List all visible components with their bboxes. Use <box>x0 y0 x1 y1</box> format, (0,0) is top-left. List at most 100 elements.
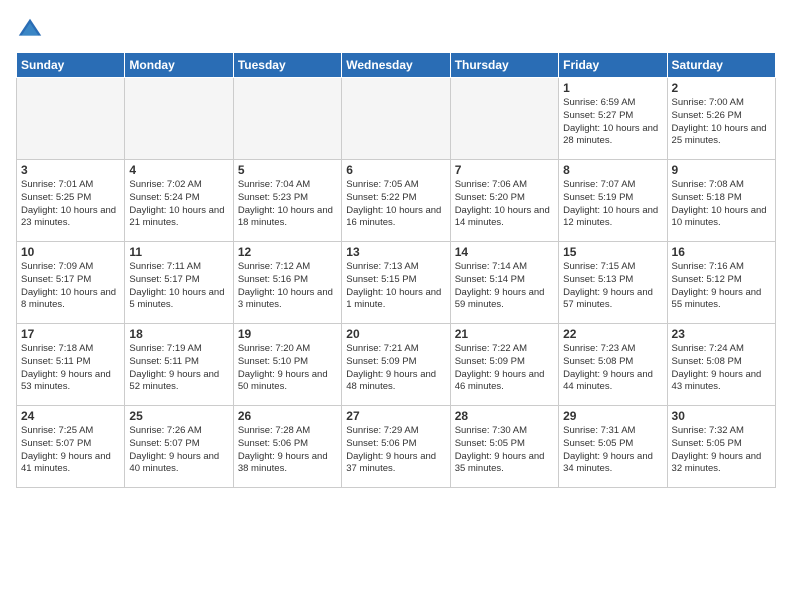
calendar-cell: 28Sunrise: 7:30 AM Sunset: 5:05 PM Dayli… <box>450 406 558 488</box>
calendar-cell: 17 Sunrise: 7:18 AM Sunset: 5:11 PM Dayli… <box>17 324 125 406</box>
calendar-cell: 20 Sunrise: 7:21 AM Sunset: 5:09 PM Dayli… <box>342 324 450 406</box>
day-info: Sunrise: 7:30 AM Sunset: 5:05 PM Dayligh… <box>455 425 554 476</box>
calendar-cell: 7 Sunrise: 7:06 AM Sunset: 5:20 PM Daylig… <box>450 160 558 242</box>
calendar-cell: 5 Sunrise: 7:04 AM Sunset: 5:23 PM Daylig… <box>233 160 341 242</box>
day-info: Sunrise: 7:04 AM Sunset: 5:23 PM Dayligh… <box>238 179 337 230</box>
day-number: 5 <box>238 163 337 177</box>
calendar-cell: 26Sunrise: 7:28 AM Sunset: 5:06 PM Dayli… <box>233 406 341 488</box>
day-number: 10 <box>21 245 120 259</box>
calendar-cell: 1 Sunrise: 6:59 AM Sunset: 5:27 PM Daylig… <box>559 78 667 160</box>
day-info: Sunrise: 7:09 AM Sunset: 5:17 PM Dayligh… <box>21 261 120 312</box>
day-info: Sunrise: 7:13 AM Sunset: 5:15 PM Dayligh… <box>346 261 445 312</box>
calendar-cell <box>450 78 558 160</box>
day-info: Sunrise: 7:25 AM Sunset: 5:07 PM Dayligh… <box>21 425 120 476</box>
day-number: 7 <box>455 163 554 177</box>
day-info: Sunrise: 7:12 AM Sunset: 5:16 PM Dayligh… <box>238 261 337 312</box>
day-number: 15 <box>563 245 662 259</box>
day-info: Sunrise: 7:02 AM Sunset: 5:24 PM Dayligh… <box>129 179 228 230</box>
calendar-cell <box>342 78 450 160</box>
calendar-cell: 23Sunrise: 7:24 AM Sunset: 5:08 PM Dayli… <box>667 324 775 406</box>
calendar-header-row: SundayMondayTuesdayWednesdayThursdayFrid… <box>17 53 776 78</box>
day-info: Sunrise: 7:21 AM Sunset: 5:09 PM Dayligh… <box>346 343 445 394</box>
page: SundayMondayTuesdayWednesdayThursdayFrid… <box>0 0 792 612</box>
day-number: 21 <box>455 327 554 341</box>
calendar-week-row: 1 Sunrise: 6:59 AM Sunset: 5:27 PM Daylig… <box>17 78 776 160</box>
day-number: 20 <box>346 327 445 341</box>
calendar-week-row: 17 Sunrise: 7:18 AM Sunset: 5:11 PM Dayli… <box>17 324 776 406</box>
calendar-cell <box>233 78 341 160</box>
day-number: 24 <box>21 409 120 423</box>
logo-icon <box>16 16 44 44</box>
calendar-cell: 15 Sunrise: 7:15 AM Sunset: 5:13 PM Dayli… <box>559 242 667 324</box>
calendar-header-sunday: Sunday <box>17 53 125 78</box>
day-info: Sunrise: 7:06 AM Sunset: 5:20 PM Dayligh… <box>455 179 554 230</box>
calendar-cell <box>17 78 125 160</box>
calendar-cell: 8Sunrise: 7:07 AM Sunset: 5:19 PM Daylig… <box>559 160 667 242</box>
calendar-table: SundayMondayTuesdayWednesdayThursdayFrid… <box>16 52 776 488</box>
day-info: Sunrise: 7:22 AM Sunset: 5:09 PM Dayligh… <box>455 343 554 394</box>
day-number: 25 <box>129 409 228 423</box>
calendar-header-thursday: Thursday <box>450 53 558 78</box>
day-info: Sunrise: 7:05 AM Sunset: 5:22 PM Dayligh… <box>346 179 445 230</box>
calendar-cell: 19Sunrise: 7:20 AM Sunset: 5:10 PM Dayli… <box>233 324 341 406</box>
calendar-cell: 9 Sunrise: 7:08 AM Sunset: 5:18 PM Daylig… <box>667 160 775 242</box>
day-number: 18 <box>129 327 228 341</box>
calendar-cell: 6 Sunrise: 7:05 AM Sunset: 5:22 PM Daylig… <box>342 160 450 242</box>
day-number: 14 <box>455 245 554 259</box>
day-info: Sunrise: 7:18 AM Sunset: 5:11 PM Dayligh… <box>21 343 120 394</box>
day-info: Sunrise: 7:14 AM Sunset: 5:14 PM Dayligh… <box>455 261 554 312</box>
day-info: Sunrise: 7:26 AM Sunset: 5:07 PM Dayligh… <box>129 425 228 476</box>
calendar-header-friday: Friday <box>559 53 667 78</box>
day-info: Sunrise: 7:32 AM Sunset: 5:05 PM Dayligh… <box>672 425 771 476</box>
calendar-cell: 29Sunrise: 7:31 AM Sunset: 5:05 PM Dayli… <box>559 406 667 488</box>
day-number: 22 <box>563 327 662 341</box>
calendar-cell: 11 Sunrise: 7:11 AM Sunset: 5:17 PM Dayli… <box>125 242 233 324</box>
calendar-header-saturday: Saturday <box>667 53 775 78</box>
header <box>16 16 776 44</box>
calendar-cell: 22 Sunrise: 7:23 AM Sunset: 5:08 PM Dayli… <box>559 324 667 406</box>
calendar-cell: 4 Sunrise: 7:02 AM Sunset: 5:24 PM Daylig… <box>125 160 233 242</box>
day-number: 11 <box>129 245 228 259</box>
calendar-cell: 16 Sunrise: 7:16 AM Sunset: 5:12 PM Dayli… <box>667 242 775 324</box>
day-number: 23 <box>672 327 771 341</box>
day-number: 12 <box>238 245 337 259</box>
calendar-week-row: 24 Sunrise: 7:25 AM Sunset: 5:07 PM Dayli… <box>17 406 776 488</box>
day-number: 30 <box>672 409 771 423</box>
day-info: Sunrise: 7:15 AM Sunset: 5:13 PM Dayligh… <box>563 261 662 312</box>
calendar-cell: 25 Sunrise: 7:26 AM Sunset: 5:07 PM Dayli… <box>125 406 233 488</box>
day-number: 17 <box>21 327 120 341</box>
day-number: 6 <box>346 163 445 177</box>
calendar-cell: 13 Sunrise: 7:13 AM Sunset: 5:15 PM Dayli… <box>342 242 450 324</box>
calendar-cell: 30 Sunrise: 7:32 AM Sunset: 5:05 PM Dayli… <box>667 406 775 488</box>
calendar-cell: 21 Sunrise: 7:22 AM Sunset: 5:09 PM Dayli… <box>450 324 558 406</box>
day-number: 1 <box>563 81 662 95</box>
day-number: 13 <box>346 245 445 259</box>
calendar-cell: 2Sunrise: 7:00 AM Sunset: 5:26 PM Daylig… <box>667 78 775 160</box>
day-info: Sunrise: 7:19 AM Sunset: 5:11 PM Dayligh… <box>129 343 228 394</box>
day-number: 9 <box>672 163 771 177</box>
calendar-cell: 3Sunrise: 7:01 AM Sunset: 5:25 PM Daylig… <box>17 160 125 242</box>
day-info: Sunrise: 7:08 AM Sunset: 5:18 PM Dayligh… <box>672 179 771 230</box>
day-info: Sunrise: 7:23 AM Sunset: 5:08 PM Dayligh… <box>563 343 662 394</box>
day-info: Sunrise: 7:11 AM Sunset: 5:17 PM Dayligh… <box>129 261 228 312</box>
calendar-cell: 24 Sunrise: 7:25 AM Sunset: 5:07 PM Dayli… <box>17 406 125 488</box>
day-info: Sunrise: 7:29 AM Sunset: 5:06 PM Dayligh… <box>346 425 445 476</box>
calendar-cell: 12 Sunrise: 7:12 AM Sunset: 5:16 PM Dayli… <box>233 242 341 324</box>
day-info: Sunrise: 7:07 AM Sunset: 5:19 PM Dayligh… <box>563 179 662 230</box>
calendar-header-wednesday: Wednesday <box>342 53 450 78</box>
day-info: Sunrise: 6:59 AM Sunset: 5:27 PM Dayligh… <box>563 97 662 148</box>
calendar-cell: 14 Sunrise: 7:14 AM Sunset: 5:14 PM Dayli… <box>450 242 558 324</box>
calendar-week-row: 3Sunrise: 7:01 AM Sunset: 5:25 PM Daylig… <box>17 160 776 242</box>
day-info: Sunrise: 7:28 AM Sunset: 5:06 PM Dayligh… <box>238 425 337 476</box>
day-number: 19 <box>238 327 337 341</box>
day-info: Sunrise: 7:16 AM Sunset: 5:12 PM Dayligh… <box>672 261 771 312</box>
day-number: 4 <box>129 163 228 177</box>
calendar-week-row: 10 Sunrise: 7:09 AM Sunset: 5:17 PM Dayli… <box>17 242 776 324</box>
day-number: 2 <box>672 81 771 95</box>
logo <box>16 16 48 44</box>
day-number: 27 <box>346 409 445 423</box>
day-number: 29 <box>563 409 662 423</box>
calendar-header-tuesday: Tuesday <box>233 53 341 78</box>
calendar-cell: 27 Sunrise: 7:29 AM Sunset: 5:06 PM Dayli… <box>342 406 450 488</box>
day-number: 16 <box>672 245 771 259</box>
